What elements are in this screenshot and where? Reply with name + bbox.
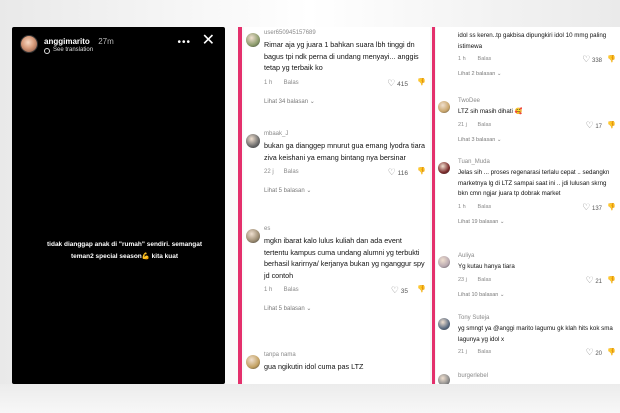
comment-time: 1 h (458, 203, 466, 210)
story-header: anggimarito 27m See translation ••• ✕ (20, 33, 217, 57)
comment-avatar[interactable] (438, 256, 450, 268)
comment-username[interactable]: user650945157689 (264, 29, 426, 37)
dislike-icon[interactable]: 👎 (417, 166, 426, 178)
pink-divider-right (432, 27, 435, 384)
dislike-icon[interactable]: 👎 (607, 54, 616, 65)
dislike-icon[interactable]: 👎 (607, 347, 616, 358)
dislike-icon[interactable]: 👎 (607, 275, 616, 286)
heart-icon: ♡ (585, 119, 594, 130)
story-caption: tidak dianggap anak di "rumah" sendiri. … (47, 241, 202, 260)
heart-icon: ♡ (390, 285, 399, 295)
comment-username[interactable]: tanpa nama (264, 351, 426, 359)
like-button[interactable]: ♡ 338 (582, 54, 602, 67)
comment-avatar[interactable] (246, 355, 260, 369)
comment-avatar[interactable] (438, 101, 450, 113)
view-replies-link[interactable]: Lihat 5 balasan ⌄ (264, 186, 426, 196)
dislike-icon[interactable]: 👎 (607, 120, 616, 131)
comment-username[interactable]: es (264, 225, 426, 233)
story-time: 27m (98, 37, 114, 46)
comment-avatar[interactable] (438, 162, 450, 174)
view-replies-link[interactable]: Lihat 5 balasan ⌄ (264, 304, 426, 314)
comment-username[interactable]: burgerlebel (458, 372, 616, 380)
like-button[interactable]: ♡ 415 (387, 77, 408, 91)
reply-button[interactable]: Balas (478, 120, 492, 131)
close-icon[interactable]: ✕ (202, 33, 215, 49)
comment-username[interactable]: Auliya (458, 252, 616, 260)
view-replies-link[interactable]: Lihat 19 balasan ⌄ (458, 217, 616, 227)
comment-text: gua ngikutin idol cuma pas LTZ (264, 362, 364, 371)
reply-button[interactable]: Balas (478, 54, 492, 65)
like-button[interactable]: ♡ 35 (391, 284, 408, 298)
reply-button[interactable]: Balas (284, 284, 299, 296)
view-replies-link[interactable]: Lihat 2 balasan ⌄ (458, 69, 616, 79)
comment-avatar[interactable] (246, 134, 260, 148)
comment-text: mgkn ibarat kalo lulus kuliah dan ada ev… (264, 236, 425, 280)
view-replies-link[interactable]: Lihat 10 balasan ⌄ (458, 290, 616, 300)
bottom-background (0, 384, 620, 413)
view-replies-link[interactable]: Lihat 3 balasan ⌄ (458, 135, 616, 145)
reply-button[interactable]: Balas (478, 202, 492, 213)
like-count: 20 (595, 351, 602, 357)
comment-time: 1 h (264, 287, 273, 293)
story-panel: anggimarito 27m See translation ••• ✕ ti… (12, 27, 225, 384)
comment-time: 1 h (458, 56, 466, 62)
heart-icon: ♡ (585, 274, 594, 285)
comment-text: Rimar aja yg juara 1 bahkan suara lbh ti… (264, 40, 419, 72)
see-translation-link[interactable]: See translation (44, 46, 114, 55)
heart-icon: ♡ (582, 201, 591, 212)
comment-time: 22 j (264, 169, 274, 175)
comment-avatar[interactable] (246, 229, 260, 243)
story-avatar[interactable] (20, 35, 38, 53)
view-replies-link[interactable]: Lihat 34 balasan ⌄ (264, 97, 426, 107)
heart-icon: ♡ (582, 54, 591, 64)
comment-username[interactable]: Tuan_Muda (458, 158, 616, 166)
comment-avatar[interactable] (246, 33, 260, 47)
comment-text: bukan ga dianggep mnurut gua emang lyodr… (264, 141, 426, 162)
like-count: 35 (400, 288, 408, 295)
comment-avatar[interactable] (438, 318, 450, 330)
like-count: 415 (397, 80, 408, 88)
dislike-icon[interactable]: 👎 (607, 202, 616, 213)
comment-text: LTZ sih masih dihati 🥰 (458, 108, 523, 115)
reply-button[interactable]: Balas (284, 166, 299, 178)
comments-column-right: idol ss keren..tp gakbisa dipungkiri ido… (436, 27, 620, 384)
comment-text: Yg kutau hanya tiara (458, 263, 515, 270)
reply-button[interactable]: Balas (478, 347, 492, 358)
heart-icon: ♡ (585, 347, 594, 357)
like-button[interactable]: ♡ 137 (582, 202, 602, 215)
like-count: 21 (595, 278, 602, 285)
like-count: 338 (591, 58, 602, 64)
story-username[interactable]: anggimarito (44, 37, 90, 46)
reply-button[interactable]: Balas (478, 275, 492, 286)
comment-time: 21 j (458, 349, 467, 355)
reply-button[interactable]: Balas (284, 77, 299, 89)
comment-username[interactable]: mbaak_J (264, 130, 426, 138)
more-options-icon[interactable]: ••• (177, 37, 191, 48)
comment-time: 23 j (458, 276, 467, 283)
comment-username[interactable]: TwoDee (458, 97, 616, 105)
comment-text: yg smngt ya @anggi marito lagumu gk klah… (458, 325, 613, 343)
like-button[interactable]: ♡ 21 (586, 275, 602, 288)
pink-divider-left (238, 27, 242, 384)
comment-text: Jelas sih ... proses regenarasi terlalu … (458, 169, 610, 197)
dislike-icon[interactable]: 👎 (417, 284, 426, 296)
like-button[interactable]: ♡ 116 (388, 166, 408, 180)
heart-icon: ♡ (387, 167, 396, 177)
like-count: 137 (591, 205, 602, 212)
comments-column-left: user650945157689 Rimar aja yg juara 1 ba… (244, 27, 430, 384)
see-translation-label: See translation (53, 47, 94, 53)
like-count: 116 (397, 170, 408, 177)
comment-time: 21 j (458, 121, 467, 128)
comment-text: idol ss keren..tp gakbisa dipungkiri ido… (458, 32, 607, 50)
globe-icon (44, 47, 50, 54)
comment-time: 1 h (264, 79, 273, 86)
like-button[interactable]: ♡ 20 (586, 347, 602, 360)
comment-avatar[interactable] (438, 374, 450, 384)
like-button[interactable]: ♡ 17 (586, 120, 602, 133)
heart-icon: ♡ (387, 77, 396, 88)
like-count: 17 (595, 123, 602, 130)
dislike-icon[interactable]: 👎 (417, 77, 426, 89)
comment-username[interactable]: Tony Suteja (458, 314, 616, 322)
